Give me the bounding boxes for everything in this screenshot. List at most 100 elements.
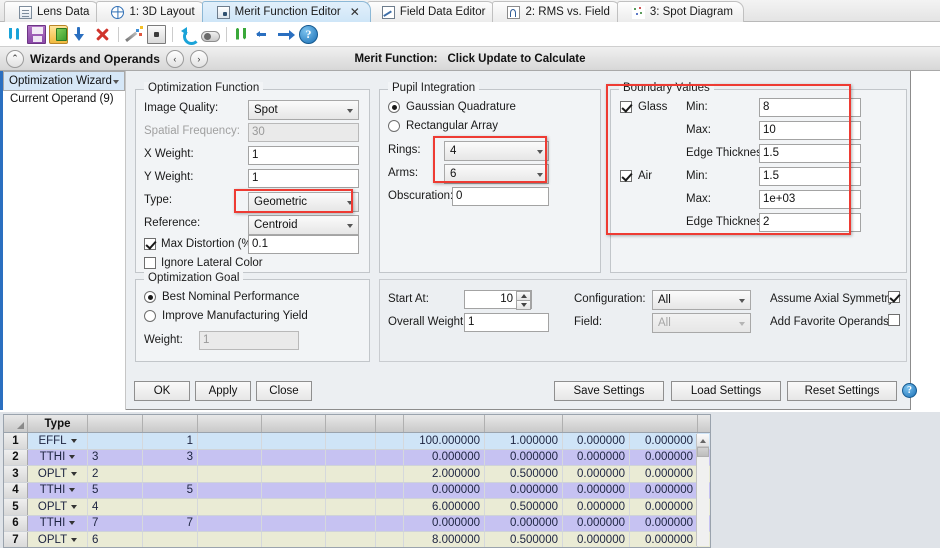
air-edge-thickness-input[interactable]: 2 xyxy=(759,213,861,232)
rectangular-array-radio[interactable] xyxy=(388,120,400,132)
help-icon[interactable]: ? xyxy=(299,25,318,44)
sidebar-item-optimization-wizard[interactable]: Optimization Wizard xyxy=(3,71,125,91)
table-row[interactable]: 7OPLT68.0000000.5000000.0000000.000000 xyxy=(4,532,710,548)
close-icon[interactable]: ✕ xyxy=(350,6,360,18)
table-corner-cell[interactable] xyxy=(4,415,28,432)
tab-rms-vs-field[interactable]: 2: RMS vs. Field xyxy=(492,1,620,22)
chevron-down-icon[interactable] xyxy=(71,439,77,443)
swap-icon[interactable] xyxy=(233,25,252,44)
glass-max-input[interactable]: 10 xyxy=(759,121,861,140)
start-at-stepper[interactable] xyxy=(516,291,531,310)
table-row[interactable]: 4TTHI550.0000000.0000000.0000000.000000 xyxy=(4,483,710,500)
table-header-type[interactable]: Type xyxy=(28,415,88,432)
undo-icon[interactable] xyxy=(179,25,198,44)
improve-manufacturing-yield-radio[interactable] xyxy=(144,310,156,322)
table-header-col6[interactable] xyxy=(326,415,376,432)
table-row[interactable]: 6TTHI770.0000000.0000000.0000000.000000 xyxy=(4,516,710,533)
chevron-down-icon[interactable] xyxy=(69,521,75,525)
table-row[interactable]: 1EFFL1100.0000001.0000000.0000000.000000 xyxy=(4,433,710,450)
operand-type-dropdown[interactable]: OPLT xyxy=(28,466,88,482)
refresh-icon[interactable] xyxy=(5,25,24,44)
apply-button[interactable]: Apply xyxy=(195,381,251,401)
gaussian-quadrature-radio[interactable] xyxy=(388,101,400,113)
ok-button[interactable]: OK xyxy=(134,381,190,401)
table-header-col7[interactable] xyxy=(376,415,404,432)
stepper-down-icon[interactable] xyxy=(516,300,531,310)
chevron-down-icon[interactable] xyxy=(71,505,77,509)
scrollbar-thumb[interactable] xyxy=(697,447,709,457)
table-header-target[interactable] xyxy=(404,415,485,432)
operand-type-dropdown[interactable]: OPLT xyxy=(28,532,88,548)
obscuration-input[interactable]: 0 xyxy=(452,187,549,206)
arms-select[interactable]: 6 xyxy=(444,164,549,184)
table-header-value[interactable] xyxy=(563,415,698,432)
forward-arrow-icon[interactable] xyxy=(277,25,296,44)
tab-3d-layout[interactable]: 1: 3D Layout xyxy=(96,1,205,22)
insert-down-icon[interactable] xyxy=(71,25,90,44)
reference-select[interactable]: Centroid xyxy=(248,215,359,235)
close-button[interactable]: Close xyxy=(256,381,312,401)
overall-weight-input[interactable]: 1 xyxy=(464,313,549,332)
operand-type-dropdown[interactable]: TTHI xyxy=(28,483,88,499)
table-row[interactable]: 3OPLT22.0000000.5000000.0000000.000000 xyxy=(4,466,710,483)
operand-type-dropdown[interactable]: TTHI xyxy=(28,516,88,532)
tab-lens-data[interactable]: Lens Data xyxy=(4,1,100,22)
x-weight-input[interactable]: 1 xyxy=(248,146,359,165)
table-row[interactable]: 2TTHI330.0000000.0000000.0000000.000000 xyxy=(4,450,710,467)
load-settings-button[interactable]: Load Settings xyxy=(671,381,781,401)
assume-axial-symmetry-checkbox[interactable] xyxy=(888,291,900,303)
table-header-col5[interactable] xyxy=(262,415,326,432)
tab-field-data-editor[interactable]: Field Data Editor xyxy=(367,1,497,22)
table-vertical-scrollbar[interactable] xyxy=(696,434,709,546)
table-header-col4[interactable] xyxy=(198,415,262,432)
toggle-icon[interactable] xyxy=(201,31,220,42)
field-label: Field: xyxy=(574,316,602,328)
air-min-input[interactable]: 1.5 xyxy=(759,167,861,186)
air-checkbox[interactable] xyxy=(620,170,632,182)
glass-min-input[interactable]: 8 xyxy=(759,98,861,117)
image-quality-select[interactable]: Spot xyxy=(248,100,359,120)
collapse-button[interactable]: ⌃ xyxy=(6,50,24,68)
add-favorite-operands-checkbox[interactable] xyxy=(888,314,900,326)
sidebar-item-current-operand[interactable]: Current Operand (9) xyxy=(3,91,125,107)
table-header-col2[interactable] xyxy=(88,415,143,432)
open-folder-icon[interactable] xyxy=(49,25,68,44)
rings-select[interactable]: 4 xyxy=(444,141,549,161)
delete-x-icon[interactable] xyxy=(93,25,112,44)
operand-type-dropdown[interactable]: OPLT xyxy=(28,499,88,515)
stepper-up-icon[interactable] xyxy=(516,291,531,300)
configuration-select[interactable]: All xyxy=(652,290,751,310)
type-select[interactable]: Geometric xyxy=(248,192,359,212)
table-header-col3[interactable] xyxy=(143,415,198,432)
operand-type-dropdown[interactable]: TTHI xyxy=(28,450,88,466)
chevron-down-icon[interactable] xyxy=(69,455,75,459)
table-header-weight[interactable] xyxy=(485,415,563,432)
y-weight-input[interactable]: 1 xyxy=(248,169,359,188)
insert-operand-icon[interactable] xyxy=(255,25,274,44)
glass-edge-thickness-input[interactable]: 1.5 xyxy=(759,144,861,163)
help-icon[interactable]: ? xyxy=(902,383,917,398)
scroll-up-icon[interactable] xyxy=(697,434,709,447)
properties-box-icon[interactable] xyxy=(147,25,166,44)
best-nominal-performance-radio[interactable] xyxy=(144,291,156,303)
start-at-input[interactable]: 10 xyxy=(464,290,532,309)
glass-checkbox[interactable] xyxy=(620,101,632,113)
operand-type-dropdown[interactable]: EFFL xyxy=(28,433,88,449)
chevron-down-icon[interactable] xyxy=(71,538,77,542)
chevron-down-icon[interactable] xyxy=(69,488,75,492)
tab-merit-function-editor[interactable]: Merit Function Editor ✕ xyxy=(202,1,371,22)
max-distortion-checkbox[interactable] xyxy=(144,238,156,250)
air-max-input[interactable]: 1e+03 xyxy=(759,190,861,209)
reset-settings-button[interactable]: Reset Settings xyxy=(787,381,897,401)
save-icon[interactable] xyxy=(27,25,46,44)
tab-spot-diagram[interactable]: 3: Spot Diagram xyxy=(617,1,744,22)
max-distortion-input[interactable]: 0.1 xyxy=(248,235,359,254)
prev-button[interactable]: ‹ xyxy=(166,50,184,68)
ignore-lateral-color-checkbox[interactable] xyxy=(144,257,156,269)
wizard-wand-icon[interactable] xyxy=(125,25,144,44)
table-row[interactable]: 5OPLT46.0000000.5000000.0000000.000000 xyxy=(4,499,710,516)
chevron-down-icon[interactable] xyxy=(71,472,77,476)
save-settings-button[interactable]: Save Settings xyxy=(554,381,664,401)
table-cell-target: 0.000000 xyxy=(404,483,485,499)
next-button[interactable]: › xyxy=(190,50,208,68)
